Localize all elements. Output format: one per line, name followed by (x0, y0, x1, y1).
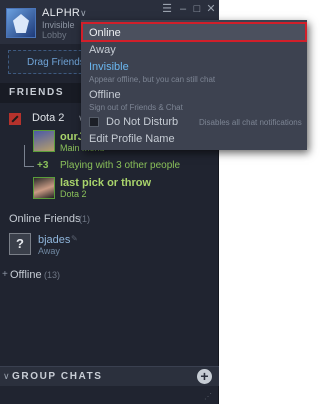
menu-item-label: Offline (89, 89, 121, 101)
add-group-chat-button[interactable]: + (197, 369, 212, 384)
expand-icon[interactable]: + (2, 269, 8, 280)
menu-item-label: Invisible (89, 61, 129, 73)
close-icon[interactable]: ✕ (204, 3, 218, 15)
online-friends-header[interactable]: Online Friends (9, 213, 81, 225)
status-dropdown-menu: Online Away Invisible Appear offline, bu… (81, 20, 307, 150)
menu-item-label: Edit Profile Name (89, 133, 175, 145)
dota-icon (9, 113, 21, 125)
party-count: +3 (37, 160, 49, 171)
group-chats-label: GROUP CHATS (12, 371, 103, 382)
dnd-checkbox[interactable] (89, 117, 99, 127)
maximize-icon[interactable]: □ (190, 3, 204, 15)
chevron-down-icon[interactable]: ∨ (80, 8, 87, 19)
menu-icon[interactable]: ☰ (160, 3, 174, 15)
friend-name[interactable]: bjades (38, 234, 70, 246)
menu-item-edit-profile-name[interactable]: Edit Profile Name (81, 131, 307, 149)
friend-avatar[interactable] (33, 177, 55, 199)
minimize-icon[interactable]: – (176, 3, 190, 15)
friend-avatar[interactable]: ? (9, 233, 31, 255)
menu-item-label: Away (89, 44, 116, 56)
chevron-down-icon[interactable]: ∨ (3, 371, 10, 382)
user-name[interactable]: ALPHR (42, 7, 80, 19)
game-group-title[interactable]: Dota 2 (32, 112, 64, 124)
menu-item-description: Appear offline, but you can still chat (89, 75, 216, 84)
menu-item-online[interactable]: Online (81, 22, 307, 42)
menu-item-description: Sign out of Friends & Chat (89, 103, 183, 112)
friend-status: Dota 2 (60, 189, 87, 199)
group-chats-bar[interactable]: ∨ GROUP CHATS + (0, 366, 219, 386)
user-status: Invisible (42, 20, 75, 30)
user-avatar[interactable] (6, 8, 36, 38)
menu-item-do-not-disturb[interactable]: Do Not Disturb Disables all chat notific… (81, 114, 307, 130)
menu-item-offline[interactable]: Offline Sign out of Friends & Chat (81, 88, 307, 116)
party-text: Playing with 3 other people (60, 160, 181, 171)
friend-status: Away (38, 246, 60, 256)
offline-count: (13) (44, 270, 61, 280)
menu-item-label: Do Not Disturb (106, 116, 179, 128)
menu-item-label: Online (89, 27, 121, 39)
edit-nickname-icon[interactable]: ✎ (71, 234, 78, 243)
friends-header-label: FRIENDS (9, 87, 65, 98)
offline-header[interactable]: Offline (10, 269, 42, 281)
friend-name[interactable]: last pick or throw (60, 177, 151, 189)
menu-item-invisible[interactable]: Invisible Appear offline, but you can st… (81, 60, 307, 88)
avatar-silhouette (13, 14, 29, 33)
menu-item-description: Disables all chat notifications (199, 118, 302, 127)
resize-grip-icon[interactable]: ⋰ (204, 392, 212, 401)
friend-avatar[interactable] (33, 130, 55, 152)
user-substatus: Lobby (42, 30, 67, 40)
menu-item-away[interactable]: Away (81, 42, 307, 60)
online-friends-count: (1) (79, 214, 90, 224)
